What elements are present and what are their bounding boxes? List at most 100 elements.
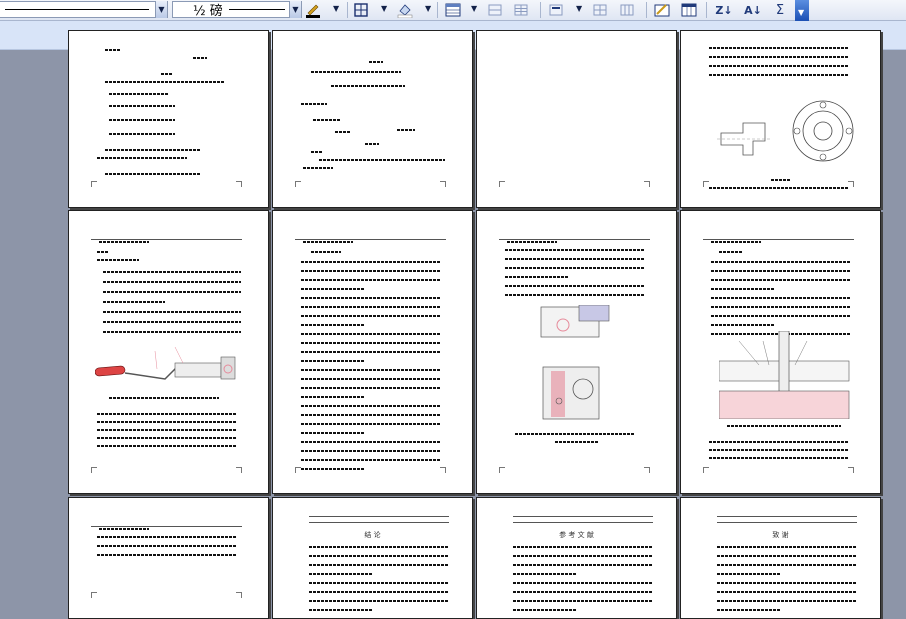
merge-cells-icon[interactable] (487, 2, 503, 18)
text-line (711, 297, 851, 299)
document-page[interactable]: 致 谢 (680, 497, 881, 619)
header-rule (309, 522, 449, 523)
text-line (717, 564, 857, 566)
text-line (309, 555, 449, 557)
header-rule (91, 239, 242, 240)
text-line (103, 321, 241, 323)
text-line (309, 546, 449, 548)
document-page[interactable] (476, 30, 677, 208)
text-line (301, 387, 441, 389)
figure-caption (109, 397, 219, 399)
sort-ascending-icon[interactable]: Z↓ (713, 2, 735, 18)
line-weight-combo[interactable]: ½ 磅 ▼ (172, 1, 302, 19)
text-line (717, 591, 857, 593)
split-cells-icon[interactable] (513, 2, 529, 18)
chevron-down-icon[interactable]: ▼ (576, 4, 582, 13)
figure-caption (555, 441, 599, 443)
page-corner-mark (848, 467, 854, 473)
text-line (505, 294, 645, 296)
text-line (505, 258, 645, 260)
chevron-down-icon[interactable]: ▼ (155, 1, 167, 18)
page-title: 致 谢 (772, 531, 789, 539)
shading-icon[interactable] (397, 2, 413, 18)
document-page[interactable] (476, 210, 677, 494)
document-page[interactable]: 结 论 (272, 497, 473, 619)
text-line (369, 61, 383, 63)
text-line (513, 564, 653, 566)
page-corner-mark (236, 592, 242, 598)
text-line (103, 331, 241, 333)
text-line (301, 450, 441, 452)
text-line (513, 582, 653, 584)
text-line (97, 437, 237, 439)
text-line (301, 396, 364, 398)
document-page[interactable] (680, 210, 881, 494)
document-page[interactable] (68, 30, 269, 208)
document-page[interactable] (68, 210, 269, 494)
flange-drawing (717, 100, 854, 162)
text-line (709, 457, 849, 459)
formula (109, 105, 175, 107)
distribute-columns-icon[interactable] (619, 2, 635, 18)
document-page[interactable] (272, 210, 473, 494)
text-line (311, 151, 323, 153)
text-line (513, 573, 576, 575)
text-line (301, 333, 441, 335)
borders-icon[interactable] (353, 2, 369, 18)
header-rule (309, 516, 449, 517)
chevron-down-icon[interactable]: ▼ (289, 1, 301, 18)
text-line (709, 74, 849, 76)
text-line (97, 445, 237, 447)
text-line (303, 167, 333, 169)
autosum-icon[interactable]: Σ (772, 2, 788, 18)
header-text (99, 241, 149, 243)
text-line (97, 545, 237, 547)
chevron-down-icon[interactable]: ▼ (471, 4, 477, 13)
document-page[interactable]: 参 考 文 献 (476, 497, 677, 619)
page-corner-mark (499, 467, 505, 473)
page-corner-mark (91, 467, 97, 473)
document-page[interactable] (680, 30, 881, 208)
chevron-down-icon[interactable]: ▼ (333, 4, 339, 13)
header-text (303, 241, 353, 243)
draw-table-icon[interactable] (654, 2, 670, 18)
text-line (711, 279, 851, 281)
text-line (311, 71, 401, 73)
assembly-drawing (719, 331, 850, 419)
toolbar-options-button[interactable]: ▼ (795, 0, 809, 21)
header-rule (703, 239, 854, 240)
text-line (97, 157, 187, 159)
chevron-down-icon[interactable]: ▼ (381, 4, 387, 13)
text-line (109, 93, 169, 95)
text-line (97, 429, 237, 431)
text-line (97, 413, 237, 415)
document-page[interactable] (68, 497, 269, 619)
text-line (105, 149, 201, 151)
header-rule (499, 239, 650, 240)
distribute-rows-icon[interactable] (592, 2, 608, 18)
text-line (301, 342, 441, 344)
text-line (97, 554, 237, 556)
chevron-down-icon[interactable]: ▼ (425, 4, 431, 13)
text-line (301, 423, 441, 425)
page-corner-mark (499, 181, 505, 187)
text-line (103, 271, 241, 273)
line-style-combo[interactable]: ▼ (0, 1, 168, 18)
text-line (711, 270, 851, 272)
text-line (105, 49, 121, 51)
text-line (301, 378, 441, 380)
text-line (301, 441, 441, 443)
insert-table-icon[interactable] (445, 2, 461, 18)
document-page[interactable] (272, 30, 473, 208)
figure-caption (515, 433, 635, 435)
sort-descending-icon[interactable]: A↓ (742, 2, 764, 18)
table-autoformat-icon[interactable] (681, 2, 697, 18)
text-line (717, 600, 857, 602)
text-line (301, 261, 441, 263)
text-line (105, 173, 201, 175)
align-icon[interactable] (548, 2, 564, 18)
line-style-icon (5, 9, 149, 10)
pen-color-icon[interactable] (305, 2, 321, 18)
page-corner-mark (91, 181, 97, 187)
text-line (301, 459, 441, 461)
